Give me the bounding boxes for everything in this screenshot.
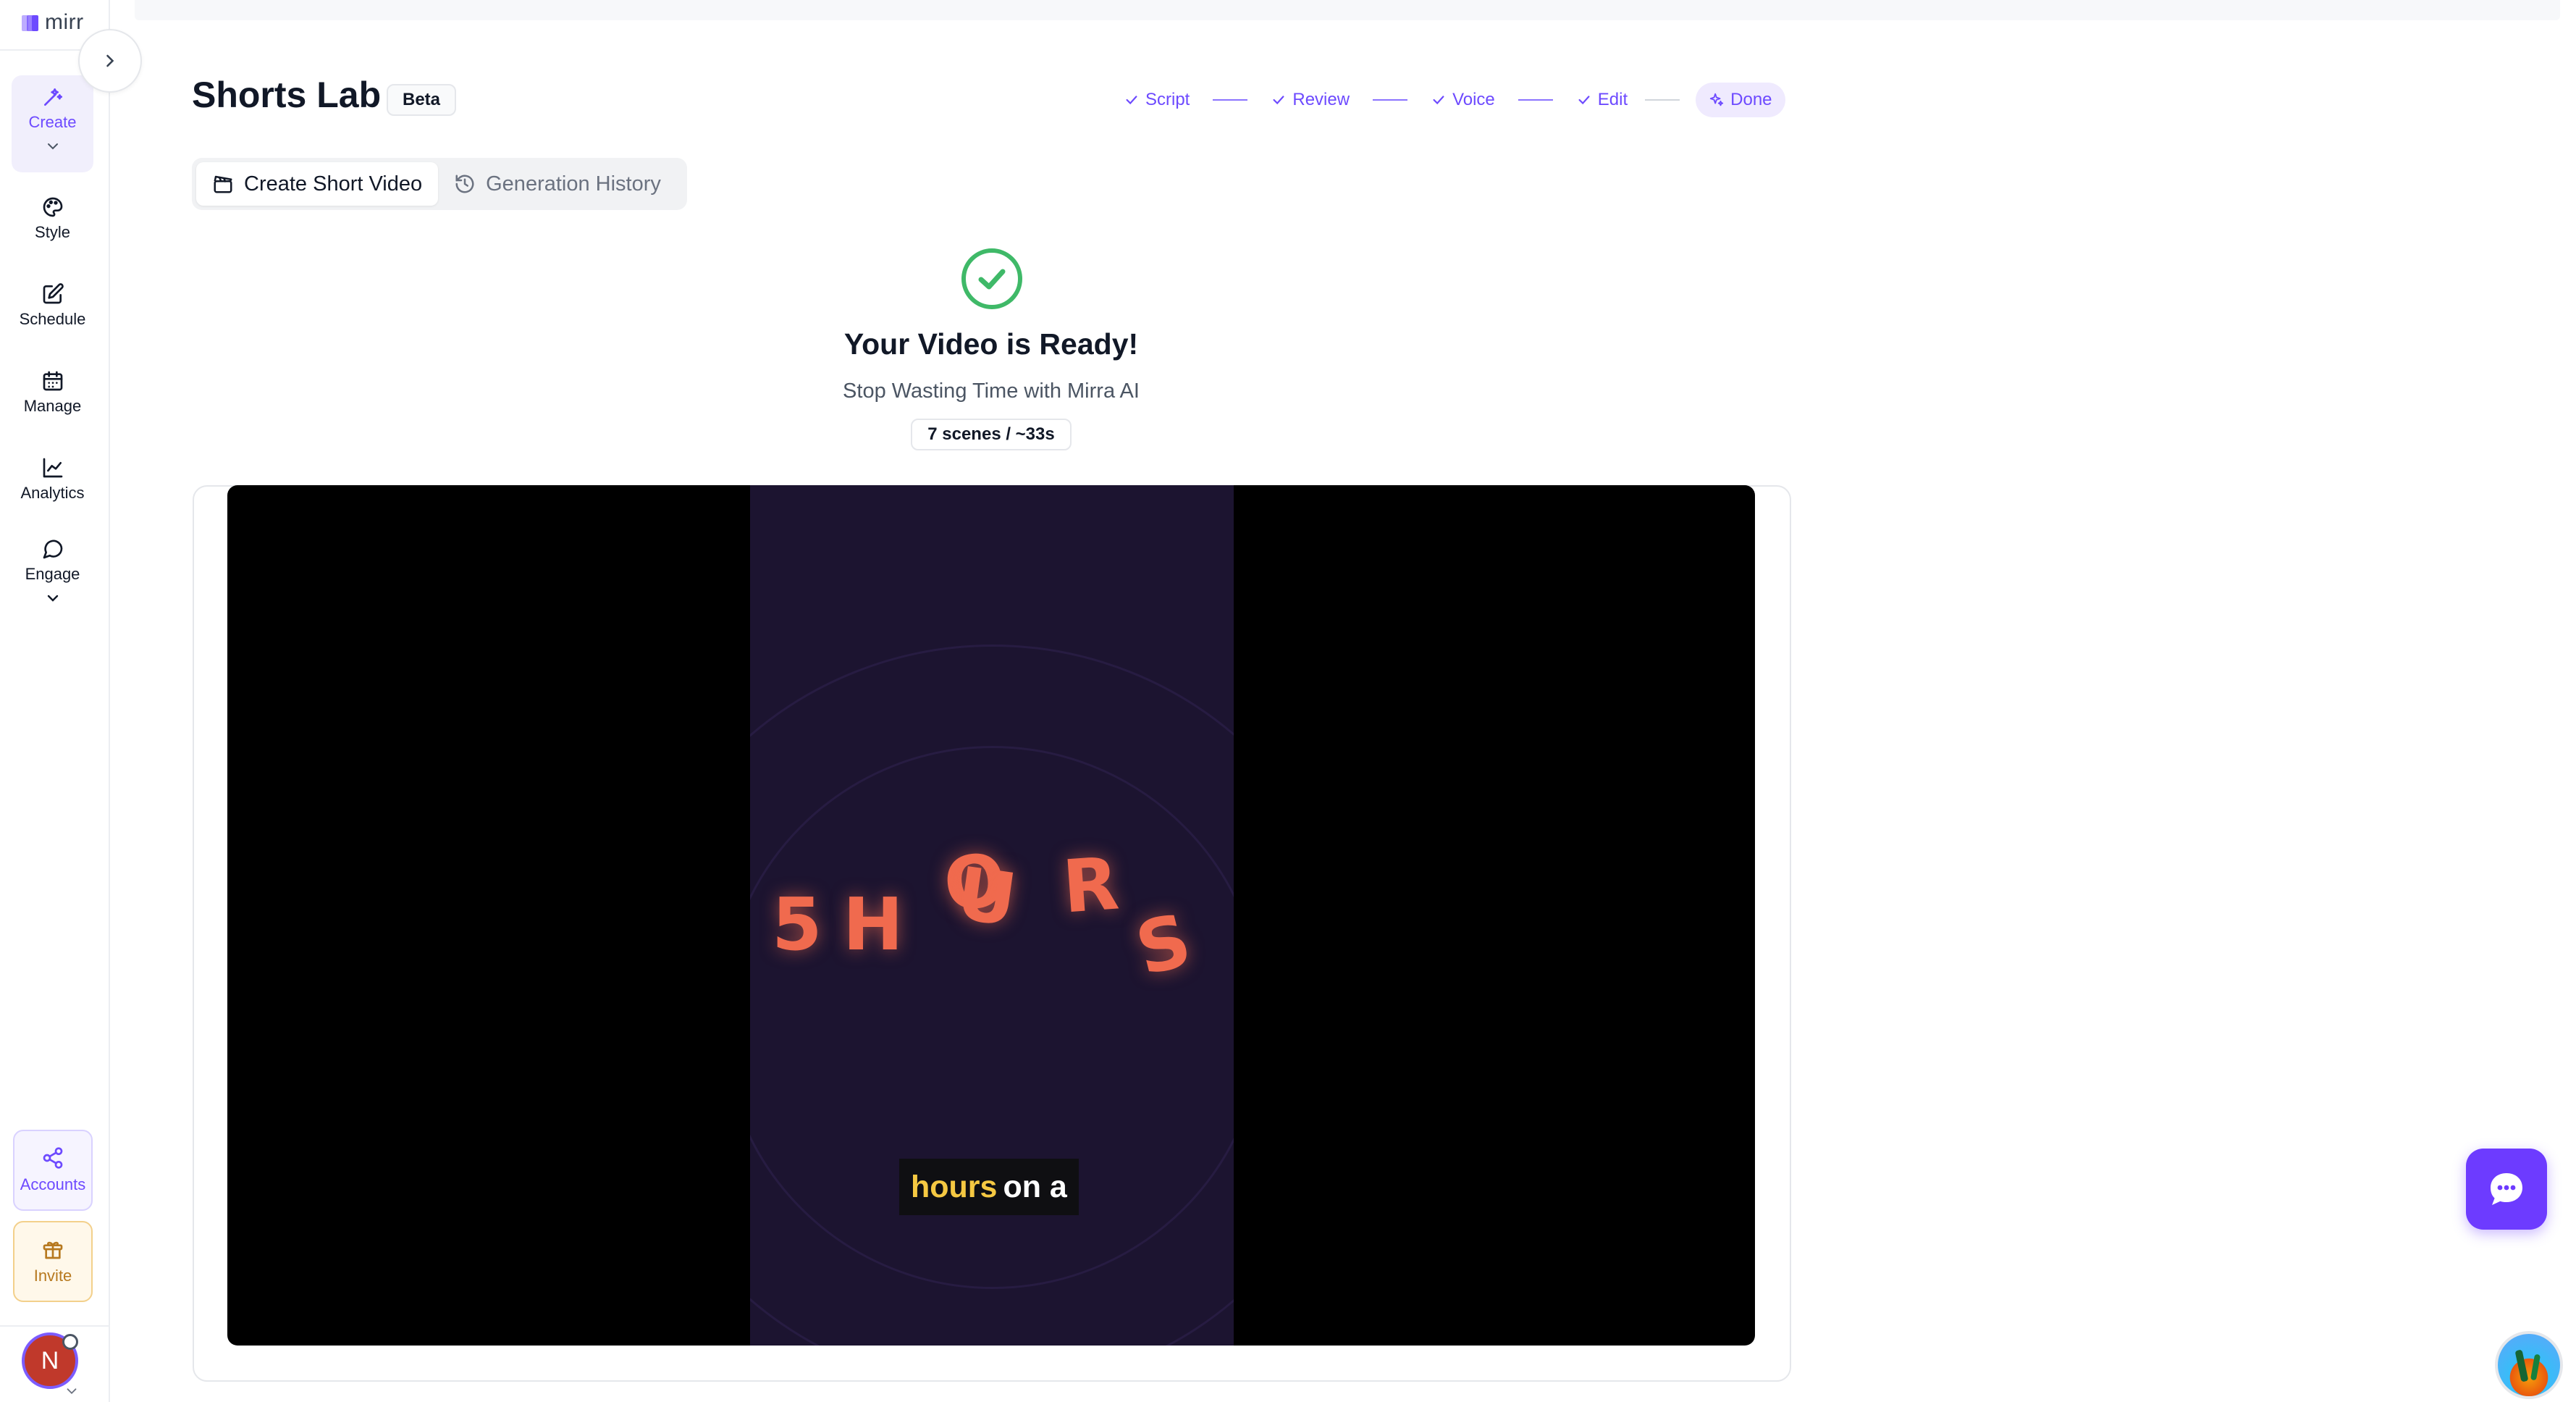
tab-label: Create Short Video (244, 172, 423, 196)
video-caption: hours on a (899, 1159, 1079, 1215)
app-logo[interactable]: mirr (22, 10, 84, 35)
tab-bar: Create Short Video Generation History (192, 158, 687, 210)
step-connector (1645, 99, 1680, 101)
sidebar-item-label: Create (28, 113, 77, 131)
chevron-right-icon (106, 54, 114, 67)
sidebar-item-label: Analytics (20, 484, 85, 502)
caption-text: on a (1003, 1169, 1067, 1204)
step-label: Script (1145, 90, 1190, 109)
step-edit: Edit (1576, 90, 1628, 110)
check-icon (1126, 96, 1137, 105)
sidebar-item-analytics[interactable]: Analytics (12, 446, 93, 511)
accounts-button[interactable]: Accounts (13, 1130, 93, 1211)
edit-square-icon (43, 283, 64, 304)
tab-generation-history[interactable]: Generation History (438, 162, 677, 206)
result-subtitle: Stop Wasting Time with Mirra AI (843, 379, 1140, 403)
beta-badge: Beta (387, 84, 457, 116)
step-script: Script (1124, 90, 1190, 110)
sidebar-item-manage[interactable]: Manage (12, 359, 93, 424)
chat-bubble-icon (2491, 1173, 2522, 1205)
page-title: Shorts Lab (192, 75, 382, 115)
scenes-badge: 7 scenes / ~33s (911, 419, 1072, 450)
step-done: Done (1696, 83, 1785, 117)
invite-button[interactable]: Invite (13, 1221, 93, 1302)
check-circle-icon (961, 248, 1022, 309)
palm-tree-icon (2530, 1353, 2541, 1381)
line-chart-icon (43, 458, 62, 478)
status-dot (62, 1334, 78, 1350)
sidebar-item-label: Manage (23, 397, 82, 415)
sidebar-item-engage[interactable]: Engage (12, 527, 93, 618)
invite-label: Invite (33, 1267, 72, 1285)
profile-image[interactable] (2495, 1331, 2563, 1399)
share-nodes-icon (43, 1147, 63, 1169)
palm-tree-icon (2514, 1349, 2529, 1382)
chevron-down-icon[interactable] (44, 589, 62, 607)
sidebar-expand-button[interactable] (78, 29, 142, 93)
step-label: Review (1292, 90, 1350, 109)
tab-label: Generation History (486, 172, 661, 196)
video-frame: 5 H O U R S hours on a (750, 485, 1234, 1346)
animated-letter: R (1060, 841, 1122, 930)
check-icon (1433, 96, 1444, 105)
animated-letter: 5 (772, 882, 822, 967)
result-title: Your Video is Ready! (843, 327, 1139, 361)
calendar-icon (43, 371, 62, 391)
top-bar (135, 0, 2560, 20)
sidebar-item-schedule[interactable]: Schedule (12, 272, 93, 337)
sparkle-icon (1709, 93, 1724, 106)
sidebar-item-create[interactable]: Create (12, 75, 93, 172)
step-connector (1518, 99, 1553, 101)
sidebar-divider (0, 1325, 110, 1327)
sidebar: mirr Create Style Schedule Manage Analyt… (0, 0, 110, 1402)
step-voice: Voice (1431, 90, 1495, 110)
sidebar-item-label: Style (35, 223, 70, 241)
step-connector (1373, 99, 1408, 101)
chevron-down-icon[interactable] (44, 138, 62, 155)
caption-highlight: hours (911, 1169, 998, 1204)
avatar-initial: N (41, 1346, 59, 1374)
sidebar-item-label: Schedule (19, 310, 86, 328)
tab-create-short-video[interactable]: Create Short Video (196, 162, 439, 206)
history-icon (455, 175, 474, 193)
chevron-down-icon[interactable] (64, 1383, 80, 1399)
clapperboard-icon (214, 175, 232, 193)
step-review: Review (1271, 90, 1350, 110)
sidebar-item-style[interactable]: Style (12, 185, 93, 251)
progress-stepper: Script Review Voice Edit Done (1124, 81, 1785, 119)
gift-icon (43, 1241, 63, 1259)
chat-support-button[interactable] (2466, 1149, 2547, 1230)
step-label: Edit (1597, 90, 1628, 109)
step-connector (1213, 99, 1248, 101)
palette-icon (43, 197, 62, 217)
animated-letter: U (951, 850, 1022, 944)
magic-wand-icon (43, 88, 62, 106)
animated-letter: H (843, 882, 904, 967)
check-icon (1578, 96, 1590, 105)
logo-mark-icon (22, 13, 41, 32)
check-icon (1273, 96, 1284, 105)
step-label: Done (1730, 90, 1772, 109)
logo-text: mirr (45, 10, 84, 34)
message-circle-icon (43, 540, 62, 559)
step-label: Voice (1452, 90, 1495, 109)
video-player[interactable]: 5 H O U R S hours on a (227, 485, 1755, 1346)
sidebar-item-label: Engage (25, 565, 80, 583)
accounts-label: Accounts (20, 1175, 86, 1193)
